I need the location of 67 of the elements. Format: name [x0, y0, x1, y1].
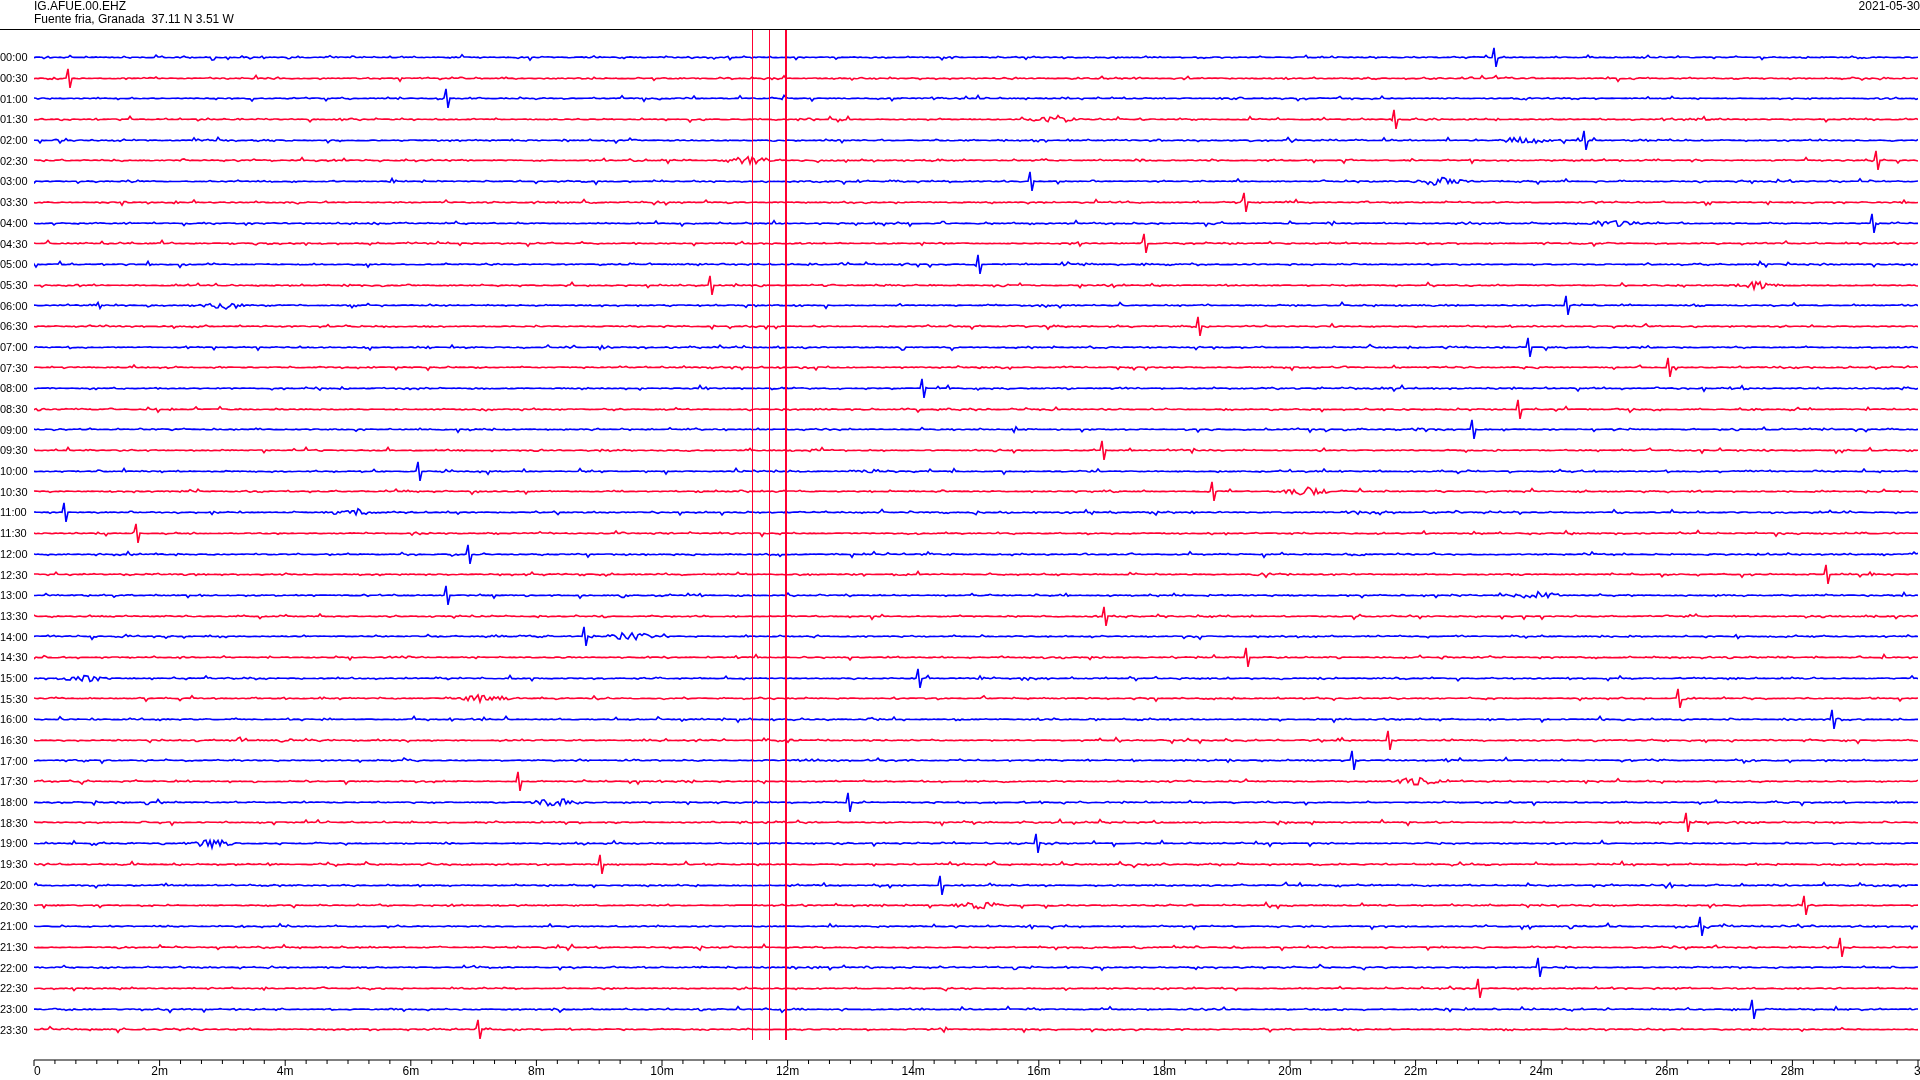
- time-label: 20:00: [0, 878, 29, 891]
- time-label: 23:00: [0, 1002, 29, 1015]
- time-label: 09:30: [0, 444, 29, 457]
- date-label: 2021-05-30: [1858, 0, 1920, 15]
- time-label: 16:00: [0, 713, 29, 726]
- axis-tick-label: 16m: [1027, 1064, 1051, 1078]
- time-label: 22:30: [0, 982, 29, 995]
- axis-tick-label: 28m: [1780, 1064, 1805, 1078]
- time-label: 03:00: [0, 175, 29, 188]
- time-label: 01:00: [0, 92, 29, 105]
- time-label: 17:00: [0, 754, 29, 767]
- time-label: 19:00: [0, 837, 29, 850]
- time-label: 08:30: [0, 403, 29, 416]
- axis-tick-label: 18m: [1152, 1064, 1177, 1078]
- time-label: 05:00: [0, 258, 29, 271]
- time-label: 05:30: [0, 278, 29, 291]
- axis-tick-label: 2m: [151, 1064, 168, 1078]
- time-label: 04:00: [0, 216, 29, 229]
- time-label: 07:00: [0, 340, 29, 353]
- time-label: 08:00: [0, 382, 29, 395]
- axis-tick-label: 6m: [402, 1064, 420, 1078]
- time-label: 17:30: [0, 775, 29, 788]
- time-label: 02:30: [0, 154, 29, 167]
- time-label: 14:00: [0, 630, 29, 643]
- time-label: 16:30: [0, 734, 29, 747]
- station-location: Fuente fria, Granada 37.11 N 3.51 W: [34, 13, 234, 26]
- axis-tick-label: 14m: [901, 1064, 925, 1078]
- time-label: 15:00: [0, 671, 29, 684]
- time-label: 06:30: [0, 320, 29, 333]
- time-label: 00:30: [0, 72, 29, 85]
- axis-tick-label: 3: [1914, 1064, 1920, 1078]
- axis-tick-label: 4m: [276, 1064, 294, 1078]
- time-label: 12:00: [0, 547, 29, 560]
- time-label: 22:00: [0, 961, 29, 974]
- axis-tick-label: 12m: [775, 1064, 800, 1078]
- axis-tick-label: 20m: [1278, 1064, 1302, 1078]
- time-label: 21:00: [0, 920, 29, 933]
- axis-tick-label: 26m: [1655, 1064, 1679, 1078]
- time-label: 23:30: [0, 1023, 29, 1036]
- time-label: 13:30: [0, 609, 29, 622]
- time-label: 18:30: [0, 816, 29, 829]
- time-label: 15:30: [0, 692, 29, 705]
- time-label: 10:30: [0, 485, 29, 498]
- time-label: 00:00: [0, 51, 29, 64]
- time-label: 19:30: [0, 858, 29, 871]
- time-label: 14:30: [0, 651, 29, 664]
- axis-tick-label: 22m: [1403, 1064, 1428, 1078]
- time-label: 13:00: [0, 589, 29, 602]
- axis-tick-label: 24m: [1529, 1064, 1553, 1078]
- time-label: 01:30: [0, 113, 29, 126]
- time-label: 02:00: [0, 134, 29, 147]
- time-label: 06:00: [0, 299, 29, 312]
- time-label: 03:30: [0, 196, 29, 209]
- time-label: 09:00: [0, 423, 29, 436]
- station-code: IG.AFUE.00.EHZ: [34, 0, 128, 13]
- time-label: 18:00: [0, 796, 29, 809]
- axis-tick-label: 8m: [528, 1064, 545, 1078]
- time-label: 04:30: [0, 237, 29, 250]
- time-label: 20:30: [0, 899, 29, 912]
- time-label: 21:30: [0, 940, 29, 953]
- time-label: 11:00: [0, 506, 28, 519]
- time-label: 07:30: [0, 361, 29, 374]
- axis-tick-label: 0: [34, 1064, 41, 1078]
- axis-tick-label: 10m: [650, 1064, 674, 1078]
- time-label: 10:00: [0, 465, 29, 478]
- time-label: 12:30: [0, 568, 29, 581]
- time-label: 11:30: [0, 527, 28, 540]
